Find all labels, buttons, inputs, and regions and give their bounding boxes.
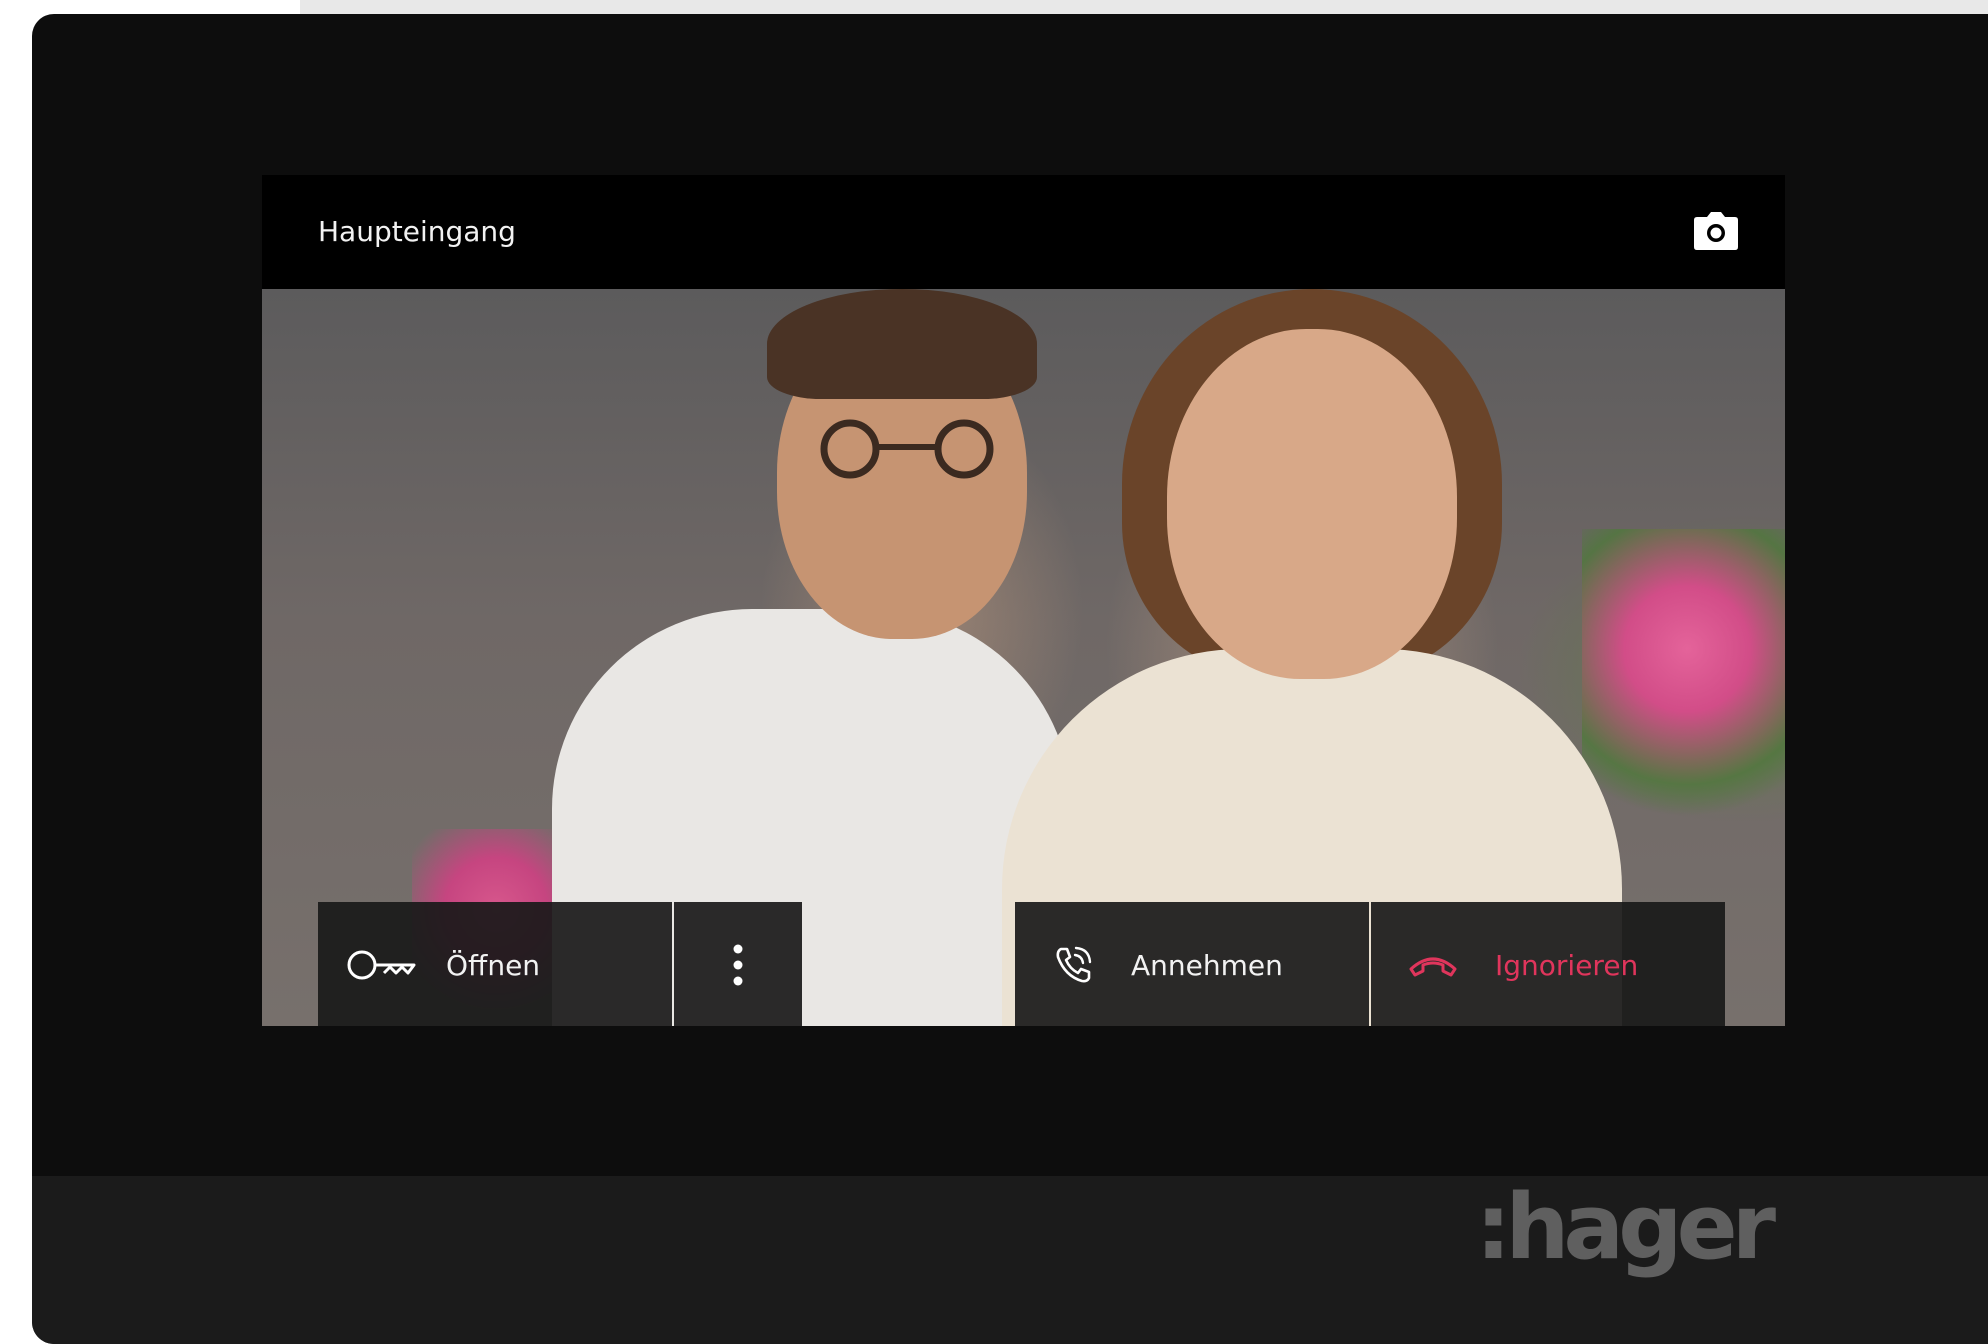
visitor-woman-head xyxy=(1167,329,1457,679)
intercom-screen: Haupteingang Öffnen Annehmen Ignorieren xyxy=(262,175,1785,1026)
glasses xyxy=(820,419,994,479)
ignore-call-label: Ignorieren xyxy=(1495,948,1639,982)
ignore-call-button[interactable]: Ignorieren xyxy=(1371,902,1725,1026)
more-options-button[interactable] xyxy=(674,902,802,1026)
camera-icon[interactable] xyxy=(1693,211,1739,251)
brand-logo: :hager xyxy=(1475,1175,1776,1280)
more-vertical-icon xyxy=(732,944,744,986)
title-bar: Haupteingang xyxy=(262,175,1785,289)
visitor-man-hair xyxy=(767,289,1037,399)
key-icon xyxy=(346,945,418,985)
camera-video-feed: Öffnen Annehmen Ignorieren xyxy=(262,289,1785,1026)
answer-call-label: Annehmen xyxy=(1131,948,1283,982)
answer-call-button[interactable]: Annehmen xyxy=(1015,902,1369,1026)
open-door-button[interactable]: Öffnen xyxy=(318,902,672,1026)
door-station-title: Haupteingang xyxy=(318,215,516,248)
open-door-label: Öffnen xyxy=(446,948,541,982)
flowers-right xyxy=(1582,529,1785,829)
hangup-icon xyxy=(1407,951,1459,979)
phone-icon xyxy=(1051,943,1095,987)
top-background-strip xyxy=(300,0,1988,14)
